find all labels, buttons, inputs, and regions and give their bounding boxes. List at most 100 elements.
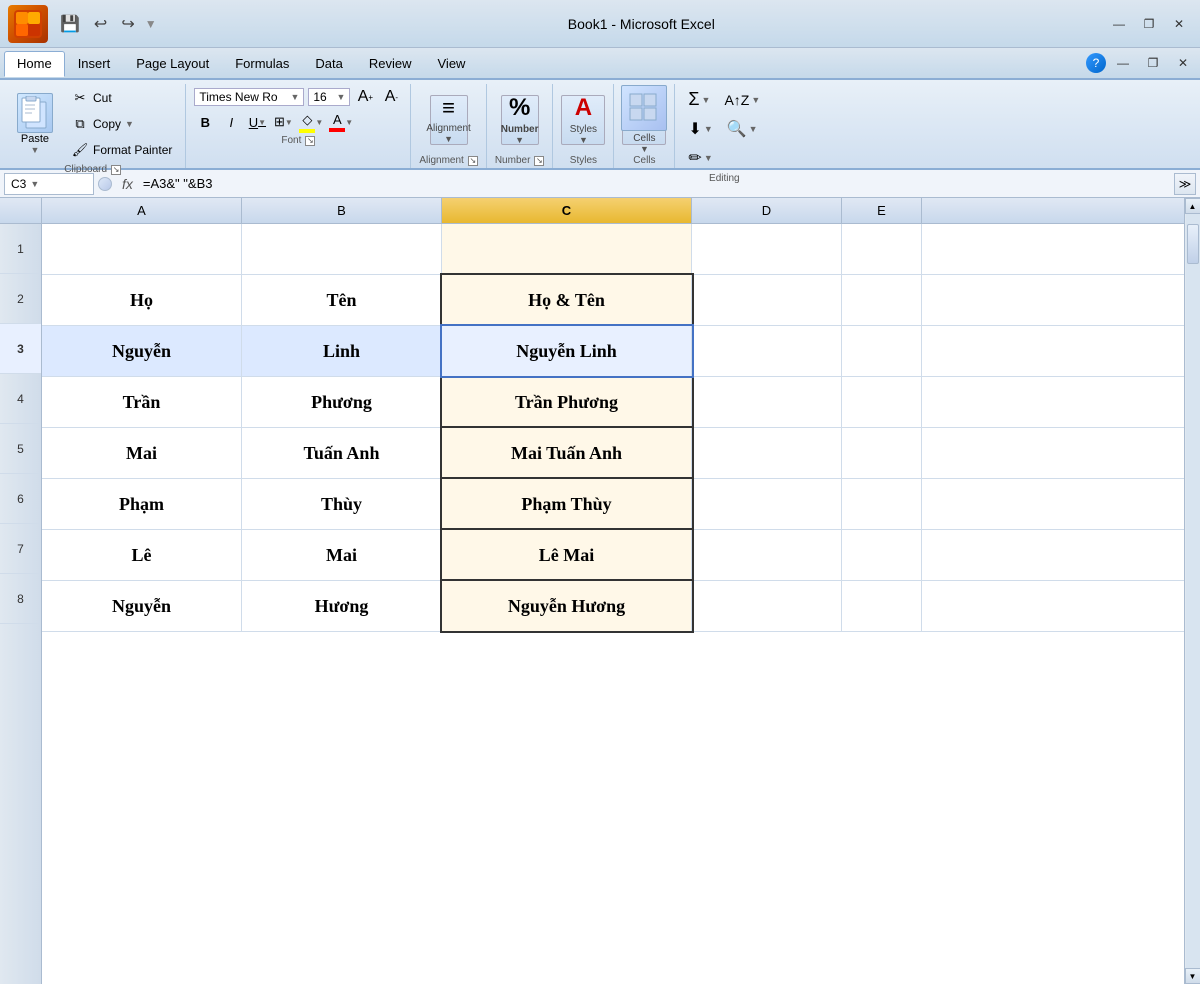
formula-expand-button[interactable]: ≫ <box>1174 173 1196 195</box>
cell-b4[interactable]: Phương <box>242 377 442 427</box>
undo-quick-btn[interactable]: ↩ <box>90 12 111 36</box>
fill-color-button[interactable]: ◇ ▼ <box>298 111 324 133</box>
cell-a6[interactable]: Phạm <box>42 479 242 529</box>
ribbon-restore-btn[interactable]: ❐ <box>1140 53 1166 73</box>
menu-data[interactable]: Data <box>302 51 355 76</box>
scroll-thumb[interactable] <box>1187 224 1199 264</box>
menu-formulas[interactable]: Formulas <box>222 51 302 76</box>
borders-button[interactable]: ⊞ ▼ <box>272 111 294 133</box>
scroll-up-button[interactable]: ▲ <box>1185 198 1200 214</box>
menu-pagelayout[interactable]: Page Layout <box>123 51 222 76</box>
vertical-scrollbar: ▲ ▼ <box>1184 198 1200 984</box>
scroll-down-button[interactable]: ▼ <box>1185 968 1200 984</box>
bold-button[interactable]: B <box>194 111 216 133</box>
cell-a8[interactable]: Nguyễn <box>42 581 242 631</box>
format-painter-label: Format Painter <box>93 143 172 157</box>
font-name-select[interactable]: Times New Ro ▼ <box>194 88 304 106</box>
alignment-button[interactable]: ≡ Alignment ▼ <box>430 95 468 145</box>
number-button[interactable]: % Number ▼ <box>501 95 539 145</box>
cell-c3[interactable]: Nguyễn Linh <box>442 326 692 376</box>
cell-d3[interactable] <box>692 326 842 376</box>
alignment-icon: ≡ <box>442 95 455 121</box>
name-box[interactable]: C3 ▼ <box>4 173 94 195</box>
ribbon-minimize-btn[interactable]: — <box>1110 53 1136 73</box>
formula-input[interactable]: =A3&" "&B3 <box>139 176 1174 191</box>
cell-c8[interactable]: Nguyễn Hương <box>442 581 692 631</box>
cell-a2[interactable]: Họ <box>42 275 242 325</box>
cell-d4[interactable] <box>692 377 842 427</box>
cell-c5[interactable]: Mai Tuấn Anh <box>442 428 692 478</box>
restore-button[interactable]: ❐ <box>1136 14 1162 34</box>
cell-b6[interactable]: Thùy <box>242 479 442 529</box>
cell-d1[interactable] <box>692 224 842 274</box>
cell-a5[interactable]: Mai <box>42 428 242 478</box>
menu-home[interactable]: Home <box>4 51 65 77</box>
underline-button[interactable]: U ▼ <box>246 111 268 133</box>
cell-d2[interactable] <box>692 275 842 325</box>
font-color-button[interactable]: A ▼ <box>328 111 354 133</box>
format-painter-button[interactable]: 🖌 Format Painter <box>66 138 177 162</box>
cell-d6[interactable] <box>692 479 842 529</box>
clear-button[interactable]: ✏ ▼ <box>683 145 717 171</box>
italic-button[interactable]: I <box>220 111 242 133</box>
scroll-track[interactable] <box>1186 214 1200 968</box>
cell-b7[interactable]: Mai <box>242 530 442 580</box>
col-header-e[interactable]: E <box>842 198 922 223</box>
paste-button[interactable]: Paste ▼ <box>8 88 62 160</box>
clipboard-group: Paste ▼ ✂ Cut ⧉ Copy ▼ 🖌 Format Painter <box>0 84 186 168</box>
cells-button[interactable]: Cells ▼ <box>622 95 666 145</box>
cell-c2[interactable]: Họ & Tên <box>442 275 692 325</box>
sort-button[interactable]: A↑Z ▼ <box>719 89 765 111</box>
minimize-button[interactable]: — <box>1106 14 1132 34</box>
cell-e3[interactable] <box>842 326 922 376</box>
col-header-a[interactable]: A <box>42 198 242 223</box>
col-header-b[interactable]: B <box>242 198 442 223</box>
cell-c4[interactable]: Trần Phương <box>442 377 692 427</box>
cell-b5[interactable]: Tuấn Anh <box>242 428 442 478</box>
cell-d5[interactable] <box>692 428 842 478</box>
clipboard-expander[interactable]: ↘ <box>111 165 121 175</box>
menu-review[interactable]: Review <box>356 51 425 76</box>
cell-d8[interactable] <box>692 581 842 631</box>
cell-e2[interactable] <box>842 275 922 325</box>
cell-d7[interactable] <box>692 530 842 580</box>
alignment-expander[interactable]: ↘ <box>468 156 478 166</box>
cell-e1[interactable] <box>842 224 922 274</box>
cut-button[interactable]: ✂ Cut <box>66 86 177 110</box>
cell-a4[interactable]: Trần <box>42 377 242 427</box>
close-button[interactable]: ✕ <box>1166 14 1192 34</box>
cell-a7[interactable]: Lê <box>42 530 242 580</box>
font-size-select[interactable]: 16 ▼ <box>308 88 350 106</box>
cell-e4[interactable] <box>842 377 922 427</box>
autosum-button[interactable]: Σ ▼ <box>683 86 715 113</box>
cell-b3[interactable]: Linh <box>242 326 442 376</box>
menu-view[interactable]: View <box>425 51 479 76</box>
cell-b2[interactable]: Tên <box>242 275 442 325</box>
cell-e8[interactable] <box>842 581 922 631</box>
cell-a1[interactable] <box>42 224 242 274</box>
save-quick-btn[interactable]: 💾 <box>56 12 84 36</box>
col-header-d[interactable]: D <box>692 198 842 223</box>
cell-b8[interactable]: Hương <box>242 581 442 631</box>
find-button[interactable]: 🔍 ▼ <box>722 116 763 142</box>
number-expander[interactable]: ↘ <box>534 156 544 166</box>
increase-font-button[interactable]: A+ <box>354 86 376 108</box>
redo-quick-btn[interactable]: ↪ <box>117 12 138 36</box>
cell-c6[interactable]: Phạm Thùy <box>442 479 692 529</box>
cell-c1[interactable] <box>442 224 692 274</box>
styles-button[interactable]: A Styles ▼ <box>561 95 605 145</box>
cell-e6[interactable] <box>842 479 922 529</box>
help-button[interactable]: ? <box>1086 53 1106 73</box>
decrease-font-button[interactable]: A- <box>380 86 402 108</box>
cell-b1[interactable] <box>242 224 442 274</box>
col-header-c[interactable]: C <box>442 198 692 223</box>
copy-button[interactable]: ⧉ Copy ▼ <box>66 112 177 136</box>
font-expander[interactable]: ↘ <box>305 136 315 146</box>
menu-insert[interactable]: Insert <box>65 51 124 76</box>
ribbon-close-btn[interactable]: ✕ <box>1170 53 1196 73</box>
fill-button[interactable]: ⬇ ▼ <box>683 116 717 142</box>
cell-a3[interactable]: Nguyễn <box>42 326 242 376</box>
cell-c7[interactable]: Lê Mai <box>442 530 692 580</box>
cell-e5[interactable] <box>842 428 922 478</box>
cell-e7[interactable] <box>842 530 922 580</box>
